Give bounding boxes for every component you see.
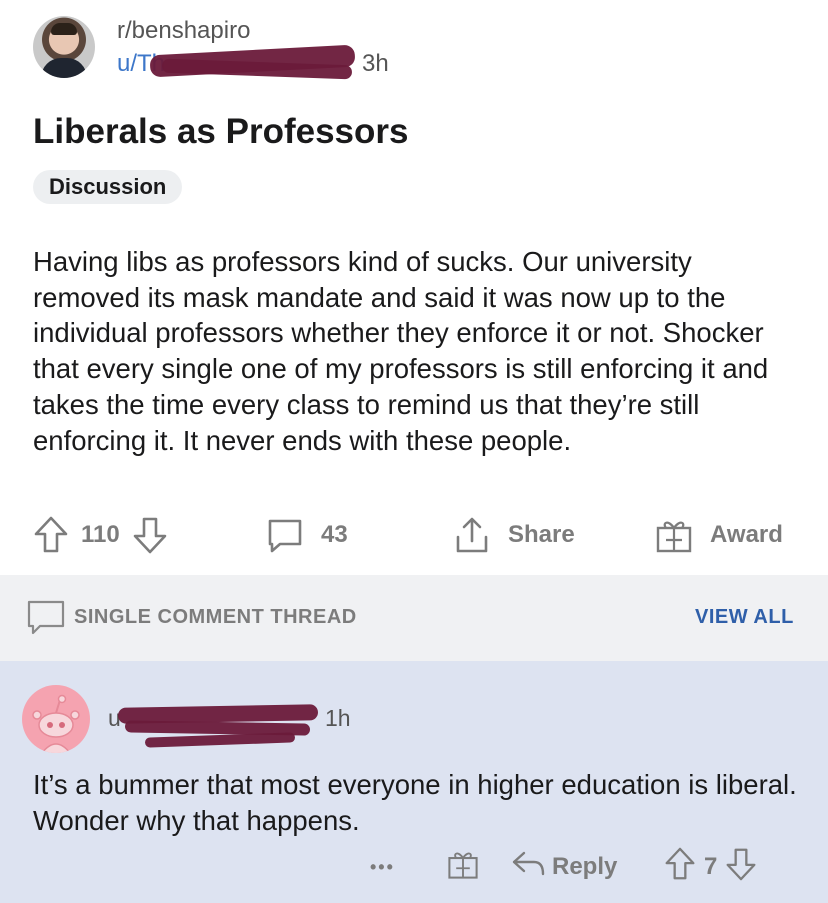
- downvote-icon[interactable]: [132, 515, 168, 555]
- share-button[interactable]: Share: [452, 512, 575, 558]
- reply-icon: [510, 847, 546, 888]
- more-options-button[interactable]: •••: [370, 845, 395, 889]
- post-age: 3h: [362, 50, 389, 77]
- post-flair[interactable]: Discussion: [33, 170, 183, 204]
- reply-label: Reply: [552, 853, 618, 880]
- subreddit-name[interactable]: r/benshapiro: [117, 17, 250, 45]
- upvote-count: 110: [81, 521, 120, 548]
- downvote-icon[interactable]: [725, 846, 757, 889]
- share-icon: [452, 515, 492, 555]
- avatar-suit: [41, 58, 87, 78]
- comment-age: 1h: [325, 705, 351, 731]
- post-body: Having libs as professors kind of sucks.…: [33, 246, 769, 456]
- comments-button[interactable]: 43: [265, 512, 348, 558]
- commenter-avatar[interactable]: [22, 685, 90, 753]
- view-all-link[interactable]: VIEW ALL: [695, 606, 794, 629]
- upvote-icon[interactable]: [664, 846, 696, 889]
- award-button[interactable]: Award: [654, 512, 783, 558]
- share-label: Share: [508, 521, 575, 548]
- comment-vote-group: 7: [664, 845, 757, 889]
- comment-body: It’s a bummer that most everyone in high…: [33, 769, 797, 836]
- thread-label: SINGLE COMMENT THREAD: [74, 606, 357, 628]
- comment-vote-count: 7: [704, 853, 718, 880]
- reply-button[interactable]: Reply: [510, 845, 617, 889]
- comment-icon: [265, 515, 305, 555]
- upvote-icon[interactable]: [33, 515, 69, 555]
- avatar-hair: [51, 23, 77, 35]
- comment-award-button[interactable]: [446, 845, 480, 889]
- author-avatar[interactable]: [33, 16, 95, 78]
- gift-icon: [654, 515, 694, 555]
- comment-count: 43: [321, 521, 348, 548]
- gift-icon: [446, 846, 480, 889]
- snoo-icon: [32, 694, 80, 753]
- post-title[interactable]: Liberals as Professors: [33, 112, 408, 152]
- award-label: Award: [710, 521, 783, 548]
- vote-group: 110: [33, 512, 168, 558]
- comment-icon: [26, 598, 66, 643]
